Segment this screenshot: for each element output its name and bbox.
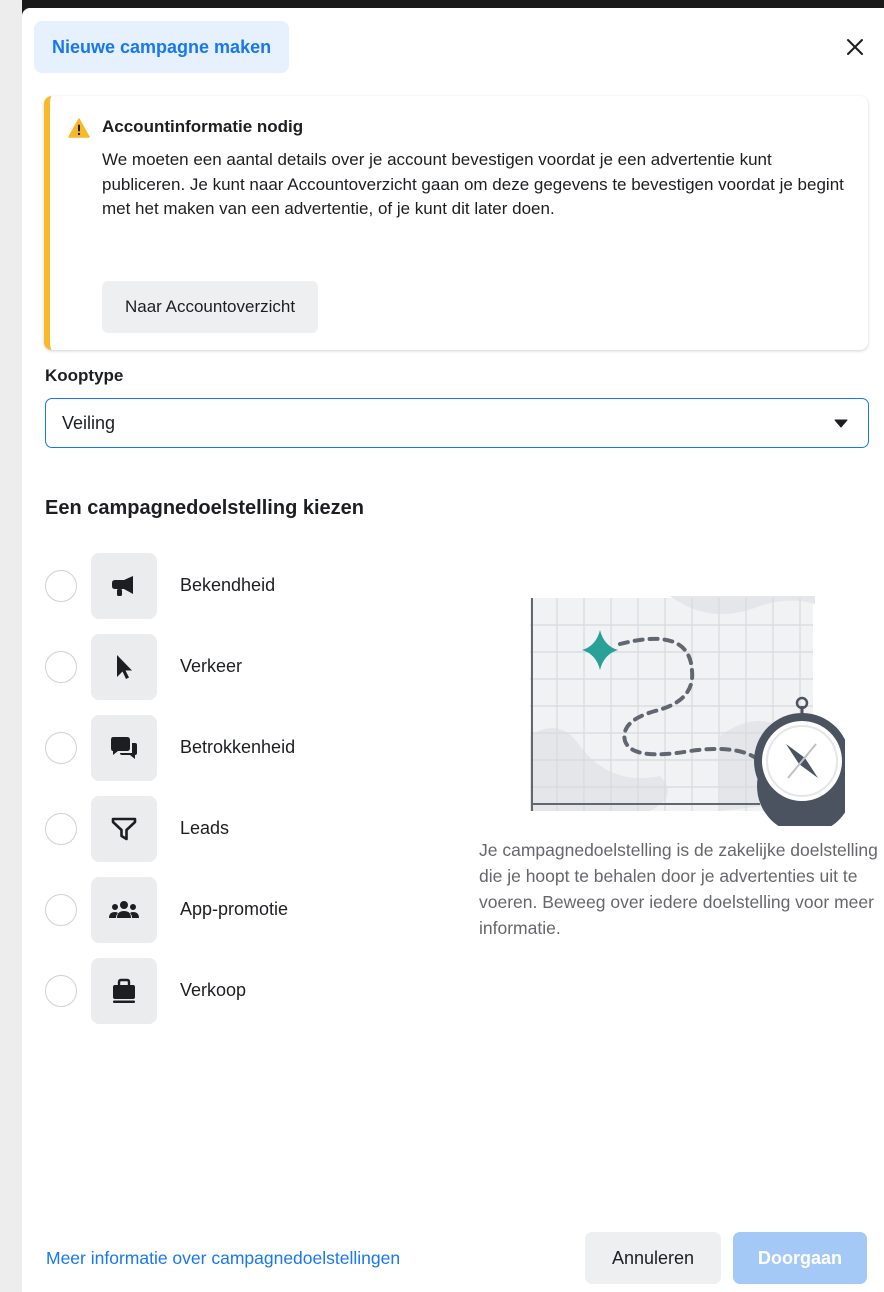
objective-icon-tile [91,796,157,862]
objective-icon-tile [91,553,157,619]
objective-radio[interactable] [45,975,77,1007]
dialog-title: Nieuwe campagne maken [34,21,290,73]
objective-icon-tile [91,958,157,1024]
shopping-bag-icon [113,978,135,1003]
objective-option-engagement[interactable]: Betrokkenheid [45,715,445,781]
learn-more-objectives-link[interactable]: Meer informatie over campagnedoelstellin… [46,1248,400,1269]
map-compass-illustration [530,596,845,826]
cursor-icon [117,655,132,679]
objective-option-awareness[interactable]: Bekendheid [45,553,445,619]
account-info-alert: Accountinformatie nodig We moeten een aa… [44,96,868,350]
objective-radio[interactable] [45,651,77,683]
objective-section-title: Een campagnedoelstelling kiezen [45,497,364,519]
objective-icon-tile [91,715,157,781]
cancel-button[interactable]: Annuleren [585,1232,721,1284]
objective-option-traffic[interactable]: Verkeer [45,634,445,700]
objective-radio[interactable] [45,732,77,764]
objective-label: Bekendheid [180,575,276,595]
objective-help-text: Je campagnedoelstelling is de zakelijke … [479,840,878,938]
objective-icon-tile [91,634,157,700]
objective-option-sales[interactable]: Verkoop [45,958,445,1024]
continue-button[interactable]: Doorgaan [733,1232,867,1284]
alert-message: We moeten een aantal details over je acc… [102,150,844,218]
warning-icon [68,118,90,138]
objective-radio[interactable] [45,894,77,926]
chat-bubbles-icon [111,737,137,759]
caret-down-icon [834,419,848,428]
funnel-icon [111,817,137,841]
buying-type-label: Kooptype [45,366,124,385]
buying-type-value: Veiling [62,412,116,433]
objective-label: Leads [180,818,230,838]
underlying-page-edge [0,0,22,1292]
objective-icon-tile [91,877,157,943]
objective-radio[interactable] [45,813,77,845]
objective-label: Verkoop [180,980,247,1000]
objective-option-leads[interactable]: Leads [45,796,445,862]
objective-label: Betrokkenheid [180,737,296,757]
objective-label: Verkeer [180,656,243,676]
objective-option-app-promotion[interactable]: App-promotie [45,877,445,943]
create-campaign-dialog: Nieuwe campagne maken Accountinformatie … [22,8,884,1292]
megaphone-icon [112,576,133,596]
people-icon [109,901,139,918]
alert-title: Accountinformatie nodig [102,117,304,136]
close-icon[interactable] [840,32,870,62]
account-overview-button[interactable]: Naar Accountoverzicht [102,281,319,333]
objective-radio[interactable] [45,570,77,602]
objective-label: App-promotie [180,899,289,919]
buying-type-select[interactable]: Veiling [45,398,869,448]
